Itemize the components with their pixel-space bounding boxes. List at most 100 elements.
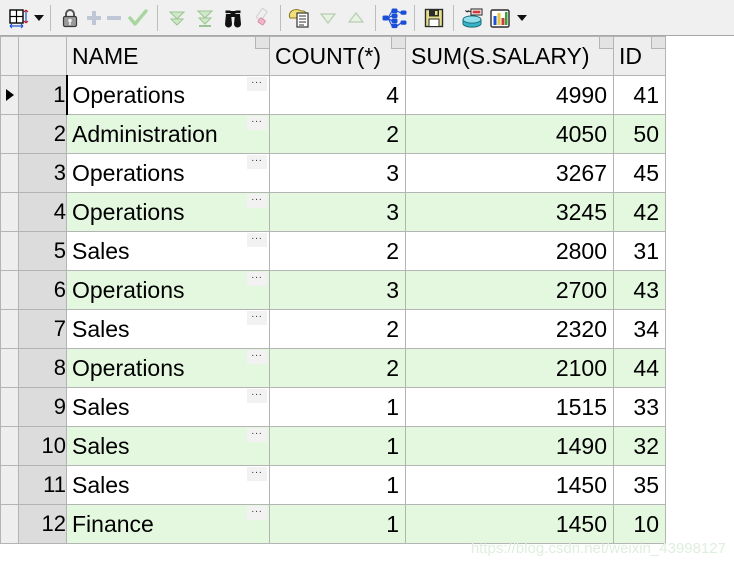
row-indicator[interactable] [0,387,19,427]
cell-expand-button[interactable]: ... [247,506,267,520]
cell-sum[interactable]: 1515 [405,387,614,427]
table-row[interactable]: 2 Administration... 2 4050 50 [0,114,666,154]
row-number[interactable]: 9 [18,387,67,427]
cell-expand-button[interactable]: ... [247,311,267,325]
row-indicator[interactable] [0,153,19,193]
row-indicator[interactable] [0,348,19,388]
row-indicator[interactable] [0,426,19,466]
cell-id[interactable]: 31 [613,231,666,271]
cell-expand-button[interactable]: ... [247,77,267,91]
row-indicator[interactable] [0,75,19,115]
cell-count[interactable]: 2 [269,114,406,154]
row-number[interactable]: 1 [18,75,67,115]
cell-id[interactable]: 41 [613,75,666,115]
column-resize-handle-name[interactable] [255,37,269,49]
cell-count[interactable]: 2 [269,231,406,271]
cell-id[interactable]: 50 [613,114,666,154]
cell-sum[interactable]: 1450 [405,504,614,544]
cell-expand-button[interactable]: ... [247,428,267,442]
cell-sum[interactable]: 2800 [405,231,614,271]
cell-sum[interactable]: 4050 [405,114,614,154]
cell-sum[interactable]: 4990 [405,75,614,115]
cell-sum[interactable]: 1490 [405,426,614,466]
row-number[interactable]: 11 [18,465,67,505]
table-row[interactable]: 6 Operations... 3 2700 43 [0,270,666,310]
cell-expand-button[interactable]: ... [247,233,267,247]
cell-sum[interactable]: 2100 [405,348,614,388]
cell-count[interactable]: 3 [269,153,406,193]
column-header-count[interactable]: COUNT(*) [269,36,406,76]
column-resize-handle-id[interactable] [651,37,665,49]
cell-expand-button[interactable]: ... [247,389,267,403]
row-number[interactable]: 12 [18,504,67,544]
row-indicator[interactable] [0,114,19,154]
cell-name[interactable]: Sales... [66,387,270,427]
cell-count[interactable]: 1 [269,387,406,427]
column-header-name[interactable]: NAME [66,36,270,76]
table-row[interactable]: 12 Finance... 1 1450 10 [0,504,666,544]
cell-id[interactable]: 10 [613,504,666,544]
cell-name[interactable]: Operations... [66,270,270,310]
row-indicator[interactable] [0,465,19,505]
cell-id[interactable]: 34 [613,309,666,349]
cell-sum[interactable]: 1450 [405,465,614,505]
copy-rows-icon[interactable] [286,3,314,33]
network-icon[interactable] [381,3,409,33]
row-number[interactable]: 10 [18,426,67,466]
table-row[interactable]: 1 Operations... 4 4990 41 [0,75,666,115]
column-header-sum[interactable]: SUM(S.SALARY) [405,36,614,76]
row-number[interactable]: 8 [18,348,67,388]
cell-name[interactable]: Sales... [66,231,270,271]
table-row[interactable]: 3 Operations... 3 3267 45 [0,153,666,193]
row-indicator[interactable] [0,231,19,271]
table-row[interactable]: 8 Operations... 2 2100 44 [0,348,666,388]
grid-layout-icon[interactable] [4,3,32,33]
row-number[interactable]: 2 [18,114,67,154]
cell-name[interactable]: Operations... [66,192,270,232]
cell-name[interactable]: Operations... [66,348,270,388]
row-indicator[interactable] [0,192,19,232]
row-number[interactable]: 4 [18,192,67,232]
cell-count[interactable]: 1 [269,465,406,505]
cell-name[interactable]: Operations... [66,153,270,193]
cell-name[interactable]: Sales... [66,309,270,349]
dropdown-caret-icon[interactable] [32,3,45,33]
row-number[interactable]: 5 [18,231,67,271]
cell-expand-button[interactable]: ... [247,467,267,481]
cell-count[interactable]: 2 [269,309,406,349]
cell-id[interactable]: 45 [613,153,666,193]
column-resize-handle-sum[interactable] [599,37,613,49]
cell-count[interactable]: 3 [269,192,406,232]
cell-name[interactable]: Administration... [66,114,270,154]
cell-sum[interactable]: 2320 [405,309,614,349]
chart-caret-icon[interactable] [515,3,528,33]
row-number[interactable]: 6 [18,270,67,310]
binoculars-icon[interactable] [219,3,247,33]
row-indicator[interactable] [0,270,19,310]
column-resize-handle-count[interactable] [391,37,405,49]
row-indicator[interactable] [0,504,19,544]
table-row[interactable]: 4 Operations... 3 3245 42 [0,192,666,232]
chart-icon[interactable] [487,3,515,33]
table-row[interactable]: 10 Sales... 1 1490 32 [0,426,666,466]
cell-id[interactable]: 35 [613,465,666,505]
cell-count[interactable]: 1 [269,426,406,466]
cell-expand-button[interactable]: ... [247,155,267,169]
cell-name[interactable]: Operations... [65,75,270,115]
table-row[interactable]: 9 Sales... 1 1515 33 [0,387,666,427]
cell-expand-button[interactable]: ... [247,116,267,130]
cell-count[interactable]: 4 [269,75,406,115]
cell-expand-button[interactable]: ... [247,350,267,364]
table-row[interactable]: 7 Sales... 2 2320 34 [0,309,666,349]
cell-expand-button[interactable]: ... [247,194,267,208]
lock-icon[interactable] [56,3,84,33]
cell-sum[interactable]: 3267 [405,153,614,193]
export-db-icon[interactable] [459,3,487,33]
cell-name[interactable]: Sales... [66,426,270,466]
save-icon[interactable] [420,3,448,33]
cell-count[interactable]: 3 [269,270,406,310]
cell-expand-button[interactable]: ... [247,272,267,286]
cell-id[interactable]: 33 [613,387,666,427]
row-indicator[interactable] [0,309,19,349]
cell-id[interactable]: 42 [613,192,666,232]
